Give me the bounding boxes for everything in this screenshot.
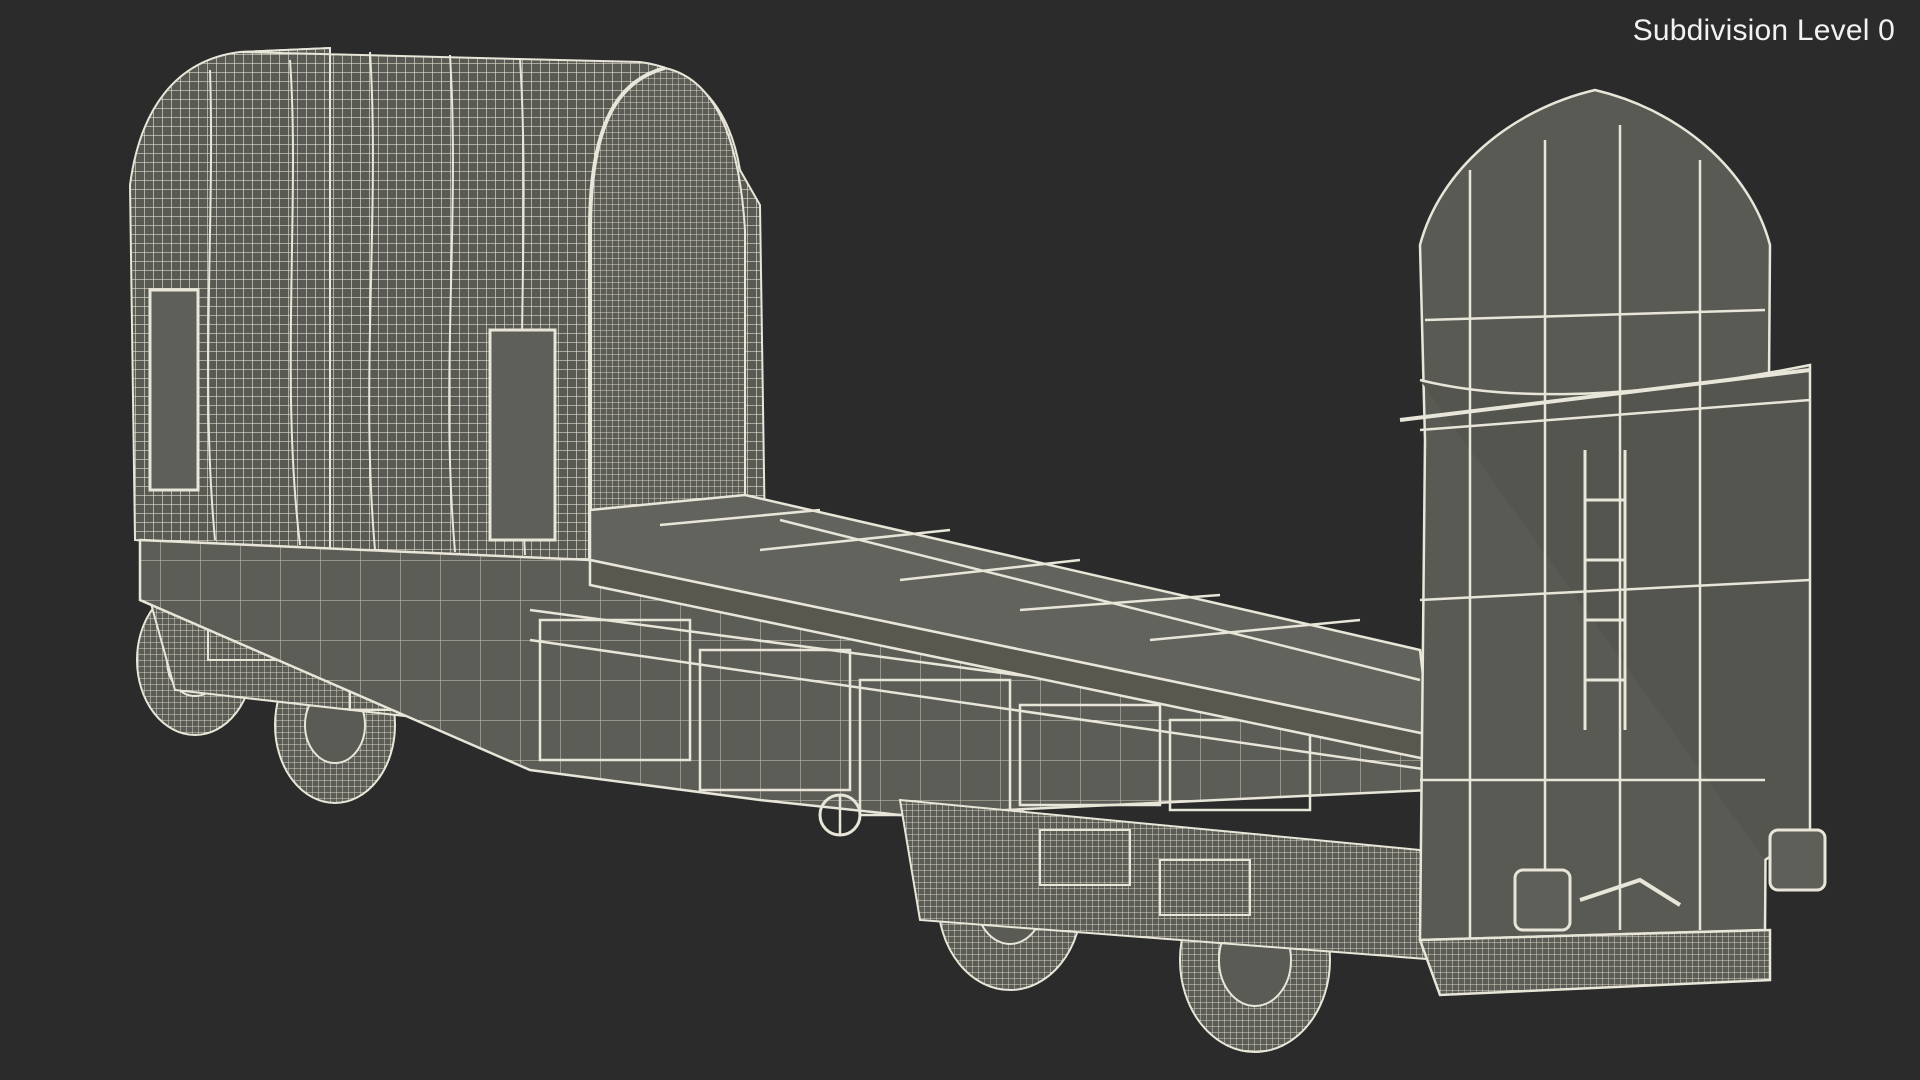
subdivision-level-label: Subdivision Level 0 [1632,14,1895,47]
tarpaulin-cover [128,46,767,562]
wagon-wireframe-render [128,46,1827,1053]
3d-viewport[interactable]: Subdivision Level 0 [0,0,1920,1080]
front-bogie [898,798,1442,1053]
end-bulkhead [1399,88,1827,997]
